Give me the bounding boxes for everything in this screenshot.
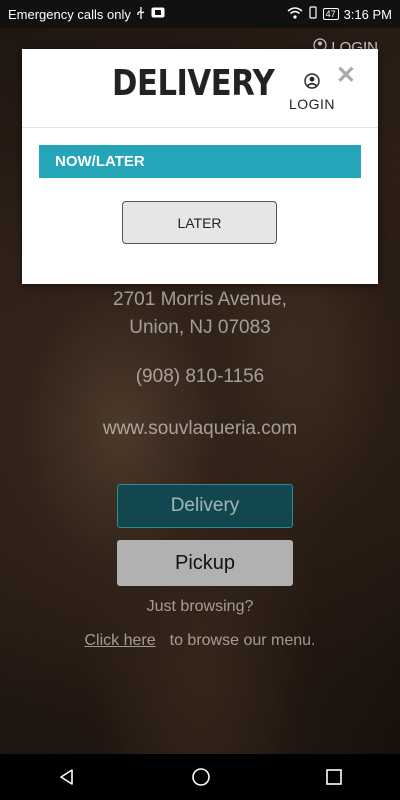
- recents-icon[interactable]: [325, 768, 343, 786]
- address-line-1: 2701 Morris Avenue,: [113, 289, 287, 310]
- now-later-section-header: NOW/LATER: [39, 145, 361, 178]
- usb-icon: [136, 6, 146, 22]
- status-right: 47 3:16 PM: [287, 6, 392, 22]
- modal-header: DELIVERY LOGIN ✕: [22, 49, 378, 128]
- delivery-modal: DELIVERY LOGIN ✕ NOW/LATER LATER: [22, 49, 378, 284]
- sim-icon: [151, 7, 165, 21]
- wifi-icon: [287, 6, 303, 22]
- status-bar: Emergency calls only 47 3:16 PM: [0, 0, 400, 28]
- browse-menu-text: to browse our menu.: [169, 632, 316, 649]
- pickup-button[interactable]: Pickup: [117, 540, 293, 586]
- modal-title: DELIVERY: [112, 63, 275, 104]
- address-line-2: Union, NJ 07083: [129, 317, 271, 338]
- restaurant-phone[interactable]: (908) 810-1156: [0, 366, 400, 388]
- back-icon[interactable]: [57, 767, 77, 787]
- vibrate-icon: [308, 6, 318, 22]
- user-icon: [286, 73, 338, 92]
- home-icon[interactable]: [191, 767, 211, 787]
- status-text: Emergency calls only: [8, 6, 131, 22]
- modal-login-button[interactable]: LOGIN: [286, 73, 338, 112]
- click-here-link[interactable]: Click here: [85, 632, 156, 649]
- restaurant-website[interactable]: www.souvlaqueria.com: [0, 418, 400, 440]
- battery-icon: 47: [322, 8, 339, 20]
- browse-menu-line: Click here to browse our menu.: [0, 632, 400, 650]
- modal-login-label: LOGIN: [288, 96, 336, 112]
- close-icon[interactable]: ✕: [336, 61, 356, 90]
- delivery-button[interactable]: Delivery: [117, 484, 293, 528]
- later-button[interactable]: LATER: [122, 201, 277, 244]
- status-left: Emergency calls only: [8, 6, 165, 22]
- restaurant-address: 2701 Morris Avenue, Union, NJ 07083: [0, 286, 400, 342]
- browsing-prompt: Just browsing?: [146, 598, 254, 615]
- status-time: 3:16 PM: [343, 6, 392, 22]
- navigation-bar: [0, 754, 400, 800]
